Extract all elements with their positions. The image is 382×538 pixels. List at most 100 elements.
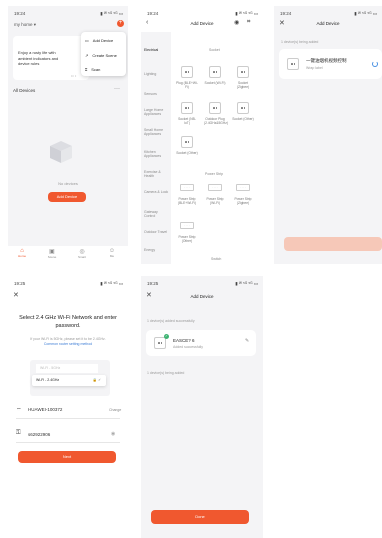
tab-label: Smart [77,255,86,259]
power-strip-icon[interactable]: · · · · [236,184,250,191]
wifi-24-row: Wi-Fi - 2.4GHz 🔒 ✓ [32,375,106,386]
home-selector[interactable]: my home ▾ [14,22,36,28]
category-electrical[interactable]: Electrical [144,48,170,52]
category-large-appliances[interactable]: Large Home Appliances [144,108,170,116]
home-screen: 19:24 ▮ ᵂ ⁵ᴳ ⁵ᴳ ▭ my home ▾ + Enjoy a ru… [8,6,128,264]
category-exercise[interactable]: Exercise & Health [144,170,170,178]
status-bar: 19:24 ▮ ᵂ ⁵ᴳ ⁵ᴳ ▭ [274,6,382,20]
all-devices-label: All Devices [13,88,36,93]
power-strip-icon[interactable]: · · · · [180,222,194,229]
device-icon [154,337,166,349]
tab-label: Me [109,254,115,258]
lock-icon: ⚿ [16,430,21,436]
menu-item-create-scene[interactable]: ↗ Create Scene [85,53,117,58]
menu-item-add-device[interactable]: ▭ Add Device [85,38,113,43]
show-password-icon[interactable]: ◉ [111,431,115,437]
status-bar: 19:24 ▮ ᵂ ⁵ᴳ ⁵ᴳ ▭ [8,6,128,20]
wifi-24-label: Wi-Fi - 2.4GHz [36,378,60,382]
wifi-5g-row: Wi-Fi - 5GHz [36,364,98,373]
socket-icon[interactable] [237,66,249,78]
tab-label: Home [17,254,26,258]
scene-icon: ↗ [85,53,89,58]
category-sensors[interactable]: Sensors [144,92,170,96]
category-energy[interactable]: Energy [144,248,170,252]
menu-label: Create Scene [92,53,117,58]
ssid-field[interactable]: HUAWEI-100372 [28,407,62,412]
status-bar: 19:25 ▮ ᵂ ⁵ᴳ ⁵ᴳ ▭ [8,276,128,290]
wifi-icon: ⌔ [16,408,22,414]
socket-icon[interactable] [209,66,221,78]
plug-icon[interactable] [181,66,193,78]
socket-icon[interactable] [237,102,249,114]
section-switch: Switch [211,257,222,261]
category-lighting[interactable]: Lighting [144,72,170,76]
section-power-strip: Power Strip [205,172,224,176]
status-bar: 19:24 ▮ ᵂ ⁵ᴳ ⁵ᴳ ▭ [141,6,263,20]
add-device-screen: 19:24 ▮ ᵂ ⁵ᴳ ⁵ᴳ ▭ ‹ Add Device ◉ ⌗ Elect… [141,6,263,264]
lock-wifi-icon: 🔒 ✓ [92,378,101,382]
wifi-illustration: Wi-Fi - 5GHz Wi-Fi - 2.4GHz 🔒 ✓ [30,360,110,396]
category-sidebar: Electrical Lighting Sensors Large Home A… [141,32,171,264]
category-camera[interactable]: Camera & Lock [144,190,170,194]
add-menu-popup: ▭ Add Device ↗ Create Scene ⌗ Scan [81,32,126,76]
scan-icon: ⌗ [85,67,88,72]
section-socket: Socket [209,48,220,52]
status-bar: 19:25 ▮ ᵂ ⁵ᴳ ⁵ᴳ ▭ [141,276,263,290]
edit-icon[interactable]: ✎ [245,338,249,344]
more-icon[interactable]: ··· [114,86,120,92]
device-label: Outdoor Plug (2.4GHz&5GHz) [204,117,228,125]
wifi-desc: If your Wi-Fi is 5GHz, please set it to … [30,337,106,341]
power-strip-icon[interactable]: · · · · [208,184,222,191]
device-sub: Added successfully [173,345,203,349]
menu-item-scan[interactable]: ⌗ Scan [85,67,100,72]
device-label: Power Strip (Other) [178,235,196,243]
status-icons: ▮ ᵂ ⁵ᴳ ⁵ᴳ ▭ [100,281,123,286]
menu-label: Add Device [92,38,114,43]
device-added-screen: 19:25 ▮ ᵂ ⁵ᴳ ⁵ᴳ ▭ ✕ Add Device 1 device(… [141,276,263,538]
page-title: Add Device [190,294,214,299]
adding-hint: 1 device(s) being added [281,40,319,44]
success-check-icon: ✓ [164,334,169,339]
add-icon[interactable]: + [117,20,124,27]
category-gateway[interactable]: Gateway Control [144,210,170,218]
done-button[interactable]: Done [151,510,249,524]
change-network-link[interactable]: Change [109,408,121,412]
device-label: Power Strip (Wi-Fi) [206,197,224,205]
category-kitchen[interactable]: Kitchen Appliances [144,150,170,158]
status-time: 19:25 [147,281,159,286]
category-small-appliances[interactable]: Small Home Appliances [144,128,170,136]
no-devices-text: No devices [58,181,78,186]
scan-icon[interactable]: ⌗ [247,19,250,26]
device-label: Socket (NB-IoT) [178,117,196,125]
tab-smart[interactable]: ◎ Smart [74,248,90,259]
adding-device-screen: 19:24 ▮ ᵂ ⁵ᴳ ⁵ᴳ ▭ ✕ Add Device 1 device(… [274,6,382,264]
tab-me[interactable]: ☺ Me [104,248,120,258]
welcome-text: Enjoy a rusty life with ambient indicato… [18,50,59,66]
tab-scene[interactable]: ▣ Scene [44,248,60,259]
device-card: ✓ EASCE? 6 Added successfully ✎ [146,330,256,356]
device-name: EASCE? 6 [173,338,195,343]
loading-spinner-icon [372,61,378,67]
auto-scan-icon[interactable]: ◉ [234,19,239,26]
router-settings-link[interactable]: Common router setting method [14,342,122,346]
status-time: 19:24 [280,11,292,16]
category-outdoor[interactable]: Outdoor Travel [144,230,170,234]
wifi-5g-label: Wi-Fi - 5GHz [40,366,61,370]
password-field[interactable]: s62922906 [28,432,50,437]
wifi-setup-screen: 19:25 ▮ ᵂ ⁵ᴳ ⁵ᴳ ▭ ✕ Select 2.4 GHz Wi-Fi… [8,276,128,538]
empty-box-illustration [46,136,76,166]
add-device-button[interactable]: Add Device [48,192,86,202]
tab-home[interactable]: ⌂ Home [14,248,30,258]
close-icon[interactable]: ✕ [13,291,19,299]
power-strip-icon[interactable]: · · · · [180,184,194,191]
disabled-button [284,237,382,251]
scene-icon: ▣ [49,249,55,255]
socket-icon[interactable] [181,136,193,148]
device-label: Socket (Other) [176,151,198,155]
device-card: 一键油烟机视频控制 Wrap label [279,49,382,79]
wifi-title: Select 2.4 GHz Wi-Fi Network and enter p… [19,315,117,329]
socket-icon[interactable] [181,102,193,114]
menu-label: Scan [91,67,101,72]
next-button[interactable]: Next [18,451,116,463]
outdoor-plug-icon[interactable] [209,102,221,114]
